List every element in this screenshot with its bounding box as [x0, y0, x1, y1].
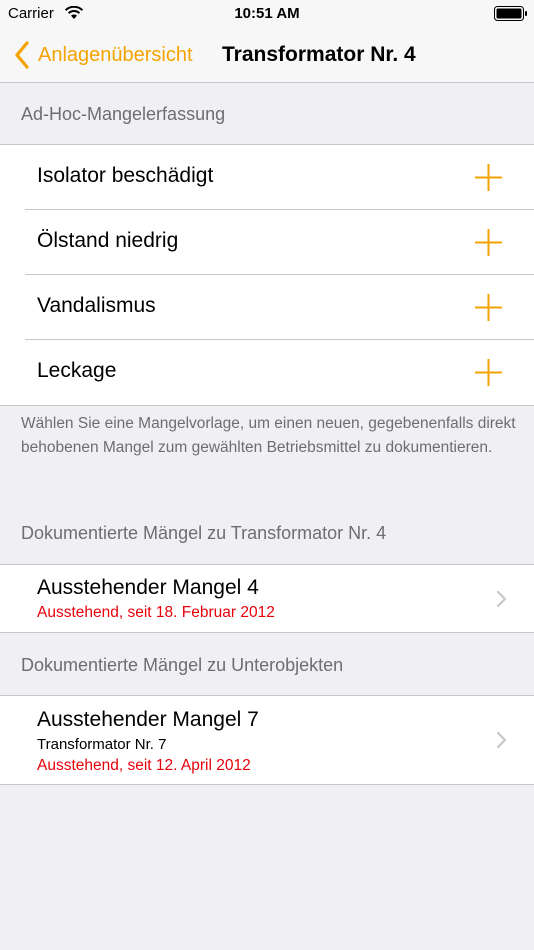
clock: 10:51 AM — [234, 5, 300, 22]
status-bar: Carrier 10:51 AM — [0, 0, 534, 28]
adhoc-item-label: Vandalismus — [37, 294, 156, 317]
defect-title: Ausstehender Mangel 7 — [37, 708, 259, 731]
section-header-documented: Dokumentierte Mängel zu Transformator Nr… — [21, 523, 387, 543]
defect-status: Ausstehend, seit 12. April 2012 — [37, 757, 251, 774]
chevron-left-icon — [15, 41, 29, 69]
section-header-adhoc: Ad-Hoc-Mangelerfassung — [21, 104, 226, 124]
adhoc-item-leckage[interactable]: Leckage — [0, 340, 534, 405]
adhoc-item-label: Ölstand niedrig — [37, 229, 179, 252]
adhoc-item-isolator[interactable]: Isolator beschädigt — [0, 145, 534, 210]
adhoc-list: Isolator beschädigt Ölstand niedrig Vand… — [0, 144, 534, 406]
back-button-label: Anlagenübersicht — [38, 43, 193, 66]
defect-item-4[interactable]: Ausstehender Mangel 4 Ausstehend, seit 1… — [0, 565, 534, 632]
adhoc-footer-text: Wählen Sie eine Mangelvorlage, um einen … — [21, 415, 516, 456]
plus-icon[interactable] — [474, 163, 503, 192]
adhoc-item-label: Leckage — [37, 359, 117, 382]
page-title: Transformator Nr. 4 — [222, 43, 416, 66]
defect-title: Ausstehender Mangel 4 — [37, 576, 259, 599]
section-header-subobjects: Dokumentierte Mängel zu Unterobjekten — [21, 655, 344, 675]
subobjects-list: Ausstehender Mangel 7 Transformator Nr. … — [0, 695, 534, 785]
defect-object: Transformator Nr. 7 — [37, 736, 167, 753]
back-button[interactable]: Anlagenübersicht — [14, 38, 193, 72]
documented-list: Ausstehender Mangel 4 Ausstehend, seit 1… — [0, 564, 534, 633]
plus-icon[interactable] — [474, 228, 503, 257]
adhoc-item-label: Isolator beschädigt — [37, 164, 214, 187]
screen: Carrier 10:51 AM Anlagenübersicht Transf… — [0, 0, 534, 950]
chevron-right-icon — [496, 731, 507, 749]
defect-status: Ausstehend, seit 18. Februar 2012 — [37, 604, 275, 621]
battery-icon — [494, 6, 527, 21]
chevron-right-icon — [496, 590, 507, 608]
plus-icon[interactable] — [474, 293, 503, 322]
navigation-bar: Anlagenübersicht Transformator Nr. 4 — [0, 28, 534, 83]
adhoc-item-oelstand[interactable]: Ölstand niedrig — [0, 210, 534, 275]
adhoc-item-vandalismus[interactable]: Vandalismus — [0, 275, 534, 340]
plus-icon[interactable] — [474, 358, 503, 387]
defect-item-7[interactable]: Ausstehender Mangel 7 Transformator Nr. … — [0, 696, 534, 784]
